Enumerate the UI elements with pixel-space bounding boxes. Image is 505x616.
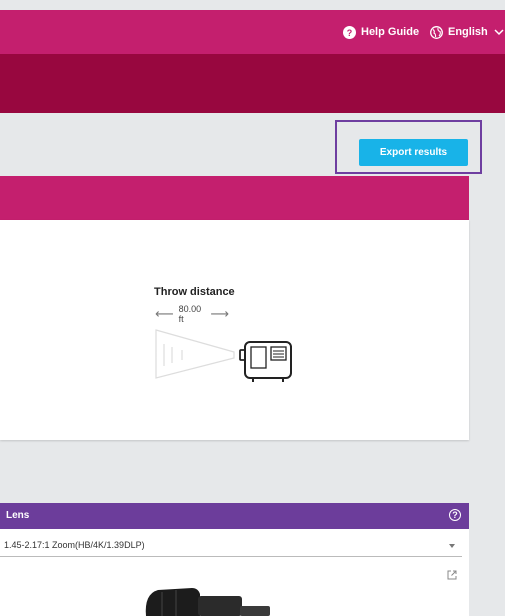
lens-image — [145, 588, 270, 616]
caret-down-icon — [449, 544, 455, 548]
card-header — [0, 176, 469, 220]
svg-text:?: ? — [347, 28, 353, 38]
throw-distance-title: Throw distance — [154, 286, 235, 298]
language-selector[interactable]: English — [430, 24, 504, 40]
projector-illustration — [155, 329, 292, 382]
external-link-icon[interactable] — [447, 570, 457, 580]
help-guide-link[interactable]: ? Help Guide — [343, 24, 419, 40]
top-bar: ? Help Guide English — [0, 10, 505, 54]
lens-select[interactable]: 1.45-2.17:1 Zoom(HB/4K/1.39DLP) — [0, 536, 462, 557]
arrow-right-icon: ⟶ — [210, 306, 229, 321]
throw-distance-value: 80.00 ft — [178, 304, 202, 324]
help-guide-label: Help Guide — [361, 26, 420, 38]
lens-title: Lens — [6, 510, 30, 521]
globe-icon — [430, 25, 443, 39]
lens-select-value: 1.45-2.17:1 Zoom(HB/4K/1.39DLP) — [4, 540, 145, 550]
throw-distance-readout: ⟵ 80.00 ft ⟶ — [150, 304, 234, 324]
page-banner — [0, 54, 505, 113]
export-results-button[interactable]: Export results — [359, 139, 468, 166]
lens-help-icon[interactable]: ? — [449, 509, 461, 521]
language-label: English — [448, 26, 488, 38]
help-icon: ? — [343, 25, 356, 39]
chevron-down-icon — [494, 29, 504, 36]
lens-section-header: Lens ? — [0, 503, 469, 529]
arrow-left-icon: ⟵ — [155, 306, 174, 321]
